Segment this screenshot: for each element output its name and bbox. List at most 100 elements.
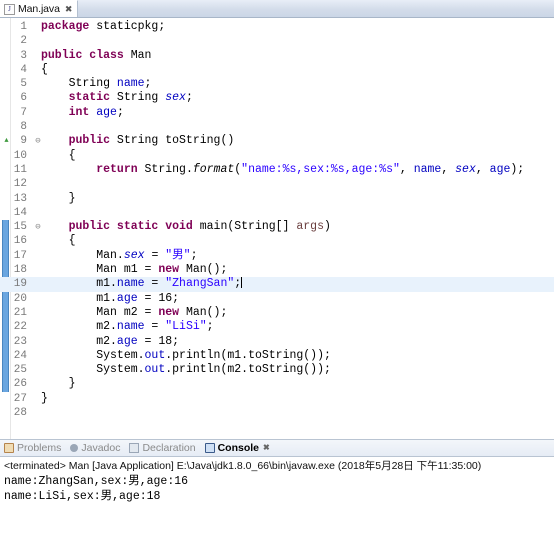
line-number: 24 <box>13 349 27 362</box>
code-line[interactable]: 4{ <box>0 63 554 77</box>
code-line[interactable]: 10 { <box>0 149 554 163</box>
code-line[interactable]: 28 <box>0 406 554 420</box>
fold-toggle-icon[interactable]: ⊖ <box>34 220 42 234</box>
code-text: return String.format("name:%s,sex:%s,age… <box>41 162 525 176</box>
code-text: System.out.println(m1.toString()); <box>41 348 331 362</box>
code-line[interactable]: 15 ⊖ public static void main(String[] arg… <box>0 220 554 234</box>
view-tab-declaration[interactable]: Declaration <box>129 443 196 454</box>
collapse-arrow-icon[interactable]: ▲ <box>2 134 11 148</box>
code-editor[interactable]: 1 package staticpkg; 2 3 public class Man 4{5… <box>0 18 554 439</box>
code-line[interactable]: 27} <box>0 392 554 406</box>
code-line[interactable]: 3 public class Man <box>0 49 554 63</box>
line-number: 5 <box>20 78 27 91</box>
line-number: 3 <box>20 49 27 62</box>
code-line[interactable]: 19 m1.name = "ZhangSan"; <box>0 277 554 292</box>
code-line[interactable]: 20 m1.age = 16; <box>0 292 554 306</box>
fold-toggle-icon[interactable]: ⊖ <box>34 134 42 148</box>
code-line[interactable]: 14 <box>0 206 554 220</box>
line-number: 28 <box>13 407 27 420</box>
declaration-icon <box>129 443 140 453</box>
close-icon[interactable]: ✖ <box>263 444 270 452</box>
code-line[interactable]: 23 m2.age = 18; <box>0 335 554 349</box>
java-file-icon: J <box>4 3 15 15</box>
line-number: 8 <box>20 121 27 134</box>
line-number: 12 <box>13 178 27 191</box>
code-text: m1.age = 16; <box>41 291 180 305</box>
code-line[interactable]: 1 package staticpkg; <box>0 20 554 34</box>
view-tab-bar: Problems Javadoc Declaration Console ✖ <box>0 439 554 457</box>
code-line[interactable]: 17 Man.sex = "男"; <box>0 249 554 263</box>
line-number: 7 <box>20 106 27 119</box>
code-text: m1.name = "ZhangSan"; <box>41 277 243 291</box>
console-launch-header: <terminated> Man [Java Application] E:\J… <box>4 460 482 472</box>
code-text: } <box>41 191 76 205</box>
line-number: 22 <box>13 321 27 334</box>
code-line[interactable]: 13 } <box>0 192 554 206</box>
code-text: public static void main(String[] args) <box>41 220 331 234</box>
code-text: { <box>41 62 48 76</box>
code-text: public String toString() <box>41 134 235 148</box>
console-view[interactable]: <terminated> Man [Java Application] E:\J… <box>0 457 554 553</box>
code-line[interactable]: 22 m2.name = "LiSi"; <box>0 320 554 334</box>
editor-tab-man-java[interactable]: J Man.java ✖ <box>0 0 79 17</box>
view-tab-console[interactable]: Console ✖ <box>204 441 270 454</box>
console-output-line: name:LiSi,sex:男,age:18 <box>4 489 161 503</box>
line-number: 4 <box>20 63 27 76</box>
code-line[interactable]: 12 <box>0 177 554 191</box>
line-number: 26 <box>13 378 27 391</box>
code-line[interactable]: 18 Man m1 = new Man(); <box>0 263 554 277</box>
code-line[interactable]: 25 System.out.println(m2.toString()); <box>0 363 554 377</box>
line-number: 2 <box>20 35 27 48</box>
code-text: int age; <box>41 105 124 119</box>
text-caret <box>241 277 243 289</box>
line-number: 14 <box>13 206 27 219</box>
problems-icon <box>4 443 14 453</box>
view-tab-label: Javadoc <box>81 441 121 454</box>
javadoc-icon <box>70 444 79 452</box>
line-number: 27 <box>13 392 27 405</box>
code-line[interactable]: 16 { <box>0 234 554 248</box>
console-icon <box>204 443 215 453</box>
code-text: { <box>41 234 76 248</box>
console-output: name:ZhangSan,sex:男,age:16 name:LiSi,sex:… <box>4 475 554 504</box>
code-line[interactable]: ▲ 9 ⊖ public String toString() <box>0 134 554 148</box>
code-line[interactable]: 26 } <box>0 377 554 391</box>
line-number: 25 <box>13 364 27 377</box>
view-tab-problems[interactable]: Problems <box>4 443 61 454</box>
code-text: } <box>41 391 48 405</box>
line-number: 6 <box>20 92 27 105</box>
code-line-list: 1 package staticpkg; 2 3 public class Man 4{5… <box>0 18 554 420</box>
code-line[interactable]: 24 System.out.println(m1.toString()); <box>0 349 554 363</box>
code-text: public class Man <box>41 48 152 62</box>
code-line[interactable]: 7 int age; <box>0 106 554 120</box>
code-text: static String sex; <box>41 91 193 105</box>
close-icon[interactable]: ✖ <box>65 4 73 14</box>
code-line[interactable]: 21 Man m2 = new Man(); <box>0 306 554 320</box>
view-tab-javadoc[interactable]: Javadoc <box>70 443 120 454</box>
code-text: } <box>41 377 76 391</box>
line-number: 10 <box>13 149 27 162</box>
view-tab-label: Problems <box>17 441 62 454</box>
code-line[interactable]: 5 String name; <box>0 77 554 91</box>
line-number: 11 <box>13 163 27 176</box>
view-tab-label: Console <box>217 441 260 454</box>
code-line[interactable]: 2 <box>0 34 554 48</box>
editor-tab-bar: J Man.java ✖ <box>0 0 554 18</box>
code-text: System.out.println(m2.toString()); <box>41 363 331 377</box>
code-text: package staticpkg; <box>41 20 166 33</box>
code-line[interactable]: 6 static String sex; <box>0 91 554 105</box>
code-line[interactable]: 8 <box>0 120 554 134</box>
line-number: 15 <box>13 221 27 234</box>
code-text: m2.name = "LiSi"; <box>41 320 214 334</box>
code-text: Man m2 = new Man(); <box>41 305 228 319</box>
code-text: m2.age = 18; <box>41 334 180 348</box>
line-number: 19 <box>13 278 27 291</box>
code-line[interactable]: 11 return String.format("name:%s,sex:%s,… <box>0 163 554 177</box>
line-number: 17 <box>13 249 27 262</box>
line-number: 21 <box>13 306 27 319</box>
